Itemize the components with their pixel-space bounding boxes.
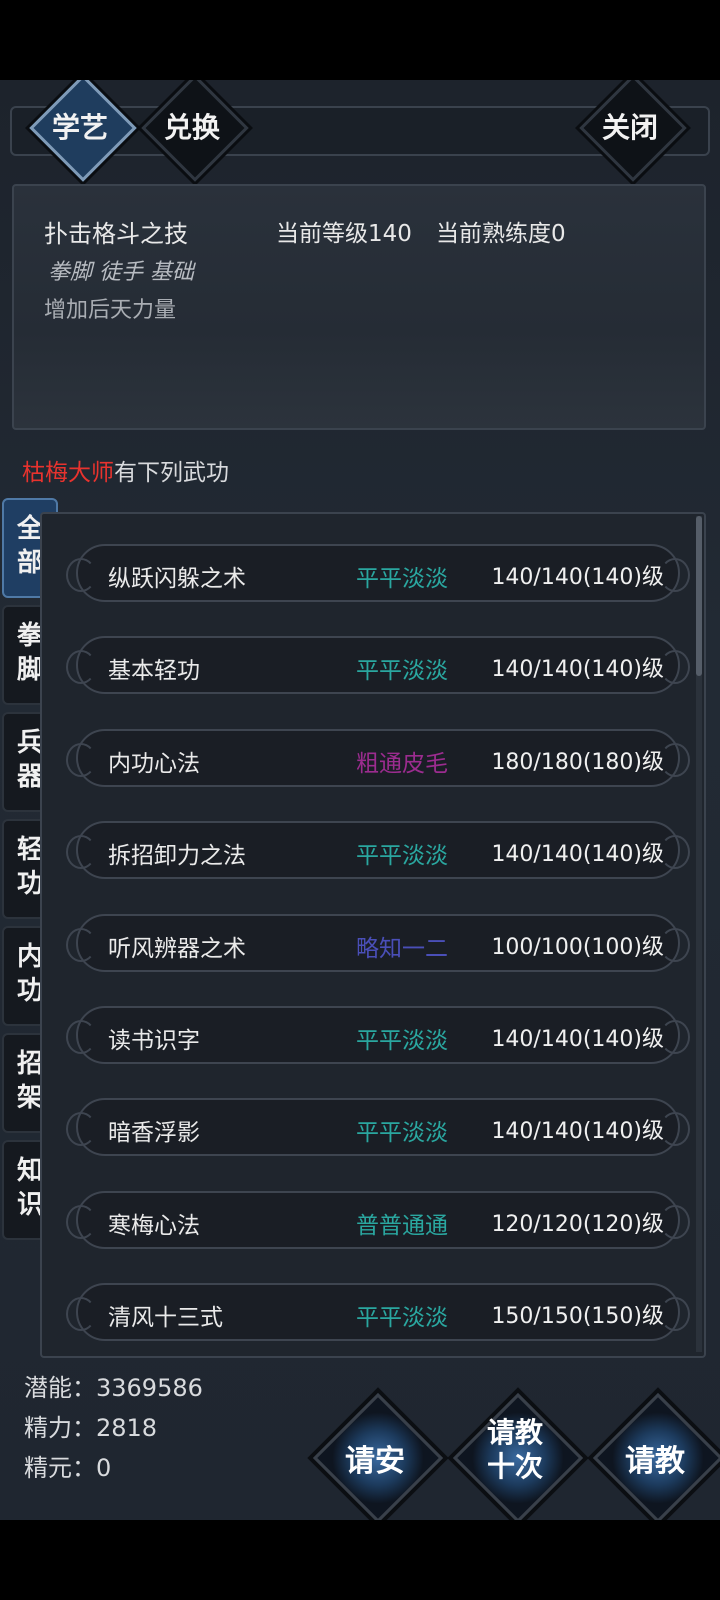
skill-row-rank: 平平淡淡 <box>356 1120 448 1147</box>
essence-stat: 精元：0 <box>24 1448 111 1483</box>
skill-row-rank: 普普通通 <box>356 1212 448 1239</box>
skill-name: 扑击格斗之技 <box>44 220 188 248</box>
skill-row-level: 180/180(180)级 <box>491 749 664 775</box>
skill-row-rank: 平平淡淡 <box>356 1028 448 1054</box>
master-name[interactable]: 枯梅大师 <box>22 460 114 486</box>
skill-row-level: 140/140(140)级 <box>491 565 664 590</box>
potential-label: 潜能： <box>24 1374 96 1402</box>
skill-row-name: 拆招卸力之法 <box>108 843 246 870</box>
energy-value: 2818 <box>96 1414 158 1442</box>
skill-row-name: 暗香浮影 <box>108 1120 200 1147</box>
skill-row-level: 120/120(120)级 <box>491 1211 664 1237</box>
skill-row[interactable]: 拆招卸力之法 平平淡淡 140/140(140)级 <box>66 821 690 880</box>
learning-screen: 学艺 兑换 关闭 扑击格斗之技 当前等级140 当前熟练度0 拳脚 徒手 基础 … <box>0 80 720 1520</box>
skill-row-name: 纵跃闪躲之术 <box>108 566 246 592</box>
skill-row-level: 140/140(140)级 <box>491 1027 664 1052</box>
skill-row-name: 听风辨器之术 <box>108 935 246 962</box>
ask-button[interactable]: 请教 <box>595 1436 715 1480</box>
skill-level: 当前等级140 <box>276 221 412 247</box>
skill-row-name: 清风十三式 <box>108 1305 223 1332</box>
skill-row-level: 150/150(150)级 <box>491 1304 664 1330</box>
skill-row-level: 140/140(140)级 <box>491 842 664 868</box>
skill-row[interactable]: 暗香浮影 平平淡淡 140/140(140)级 <box>66 1098 690 1157</box>
skill-row-name: 读书识字 <box>108 1028 200 1054</box>
skill-row-rank: 平平淡淡 <box>356 658 448 685</box>
essence-label: 精元： <box>24 1454 96 1482</box>
skill-description: 增加后天力量 <box>44 298 177 323</box>
potential-value: 3369586 <box>96 1374 203 1402</box>
skill-row-rank: 平平淡淡 <box>356 843 448 870</box>
skill-row[interactable]: 内功心法 粗通皮毛 180/180(180)级 <box>66 728 690 787</box>
close-button[interactable]: 关闭 <box>585 106 675 146</box>
ask-ten-button[interactable]: 请教 十次 <box>455 1416 575 1484</box>
skill-row-name: 内功心法 <box>108 750 200 777</box>
skill-proficiency: 当前熟练度0 <box>436 221 566 247</box>
skill-row-rank: 平平淡淡 <box>356 1305 448 1332</box>
energy-stat: 精力：2818 <box>24 1408 157 1443</box>
skill-row-rank: 平平淡淡 <box>356 566 448 592</box>
tab-learn[interactable]: 学艺 <box>35 106 125 146</box>
greet-button[interactable]: 请安 <box>315 1436 435 1480</box>
skill-row-rank: 略知一二 <box>356 935 448 962</box>
energy-label: 精力： <box>24 1414 96 1442</box>
skill-row[interactable]: 清风十三式 平平淡淡 150/150(150)级 <box>66 1283 690 1342</box>
skill-row-level: 140/140(140)级 <box>491 657 664 683</box>
skill-row-level: 100/100(100)级 <box>491 934 664 960</box>
tab-exchange[interactable]: 兑换 <box>147 106 237 146</box>
scrollbar-thumb[interactable] <box>696 516 702 676</box>
skill-row[interactable]: 基本轻功 平平淡淡 140/140(140)级 <box>66 636 690 695</box>
master-suffix: 有下列武功 <box>114 460 229 486</box>
top-bar: 学艺 兑换 关闭 <box>0 80 720 182</box>
skill-info-panel: 扑击格斗之技 当前等级140 当前熟练度0 拳脚 徒手 基础 增加后天力量 <box>12 184 706 430</box>
master-line: 枯梅大师有下列武功 <box>22 453 229 487</box>
skill-row-name: 基本轻功 <box>108 658 200 685</box>
essence-value: 0 <box>96 1454 112 1482</box>
skill-row-name: 寒梅心法 <box>108 1212 200 1239</box>
skill-row-level: 140/140(140)级 <box>491 1119 664 1145</box>
skill-row[interactable]: 听风辨器之术 略知一二 100/100(100)级 <box>66 913 690 972</box>
skill-tags: 拳脚 徒手 基础 <box>48 260 194 285</box>
skill-row-rank: 粗通皮毛 <box>356 750 448 777</box>
skill-row[interactable]: 读书识字 平平淡淡 140/140(140)级 <box>66 1006 690 1064</box>
skill-row[interactable]: 寒梅心法 普普通通 120/120(120)级 <box>66 1190 690 1249</box>
potential-stat: 潜能：3369586 <box>24 1368 203 1403</box>
skill-row[interactable]: 纵跃闪躲之术 平平淡淡 140/140(140)级 <box>66 544 690 602</box>
